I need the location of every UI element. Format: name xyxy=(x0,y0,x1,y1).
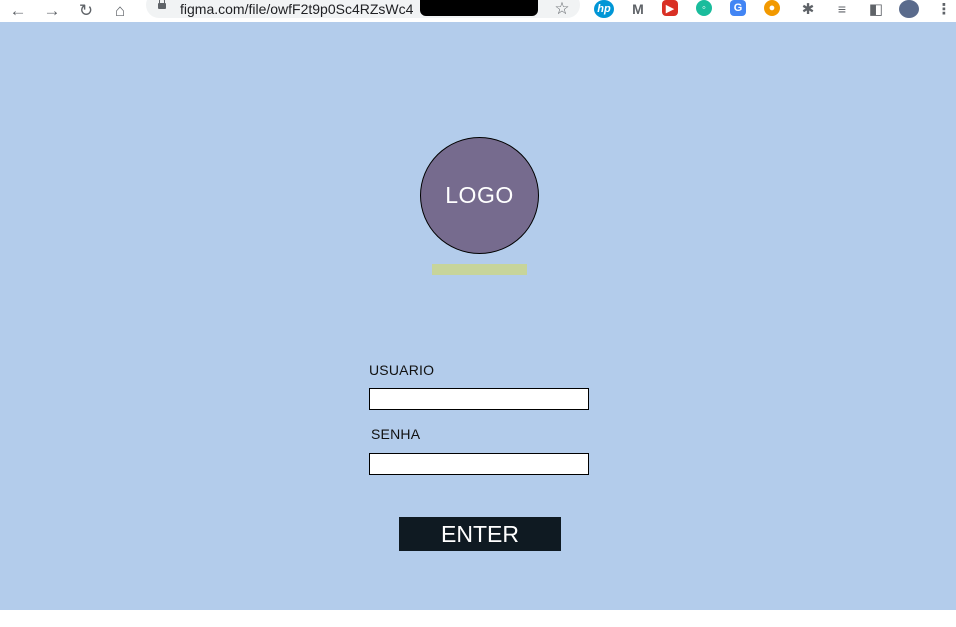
back-arrow-icon[interactable]: ← xyxy=(6,0,30,20)
sidepanel-icon[interactable]: ◧ xyxy=(866,0,886,18)
reading-list-icon[interactable]: ≡ xyxy=(832,0,852,18)
logo-underline-bar xyxy=(432,264,527,275)
url-text[interactable]: figma.com/file/owfF2t9p0Sc4RZsWc4 xyxy=(180,0,424,18)
extension-green-icon[interactable]: ◦ xyxy=(696,0,712,16)
senha-label: SENHA xyxy=(371,426,421,442)
home-icon[interactable]: ⌂ xyxy=(108,0,132,20)
forward-arrow-icon[interactable]: → xyxy=(40,0,64,20)
extension-orange-icon[interactable]: ● xyxy=(764,0,780,16)
puzzle-icon[interactable]: ✱ xyxy=(798,0,818,18)
lock-icon xyxy=(158,0,166,9)
usuario-input[interactable] xyxy=(369,388,589,410)
usuario-label: USUARIO xyxy=(369,362,435,378)
redaction-block xyxy=(420,0,538,16)
translate-icon[interactable]: G xyxy=(730,0,746,16)
kebab-menu-icon[interactable]: ⋮ xyxy=(934,0,954,18)
gmail-icon[interactable]: M xyxy=(628,0,648,18)
extension-red-icon[interactable]: ▶ xyxy=(662,0,678,16)
senha-input[interactable] xyxy=(369,453,589,475)
star-icon[interactable]: ☆ xyxy=(550,0,574,19)
logo: LOGO xyxy=(420,137,539,254)
hp-icon[interactable]: hp xyxy=(594,0,614,18)
reload-icon[interactable]: ↻ xyxy=(74,0,98,20)
browser-toolbar: ← → ↻ ⌂ figma.com/file/owfF2t9p0Sc4RZsWc… xyxy=(0,0,956,22)
enter-button[interactable]: ENTER xyxy=(399,517,561,551)
profile-avatar-icon[interactable] xyxy=(899,0,919,18)
